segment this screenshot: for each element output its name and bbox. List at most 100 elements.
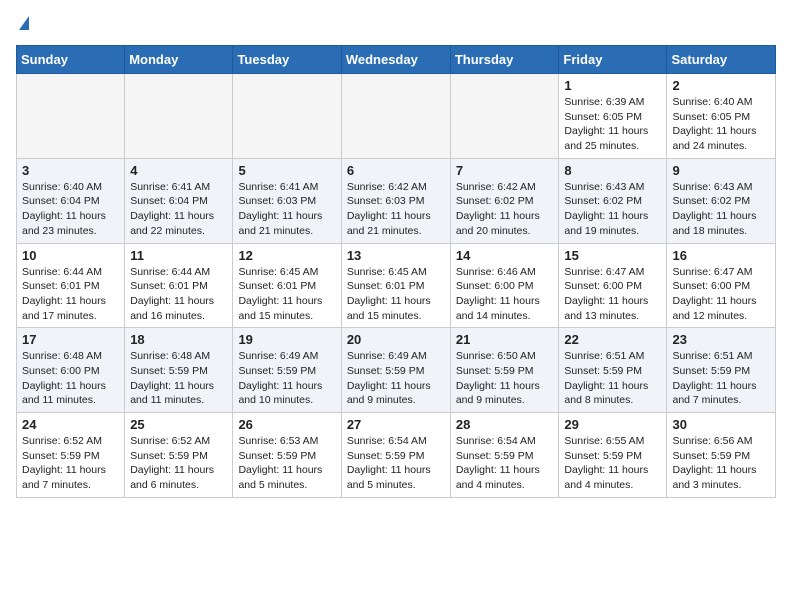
day-number: 11 [130,248,227,263]
calendar-cell: 1Sunrise: 6:39 AM Sunset: 6:05 PM Daylig… [559,74,667,159]
day-info: Sunrise: 6:42 AM Sunset: 6:03 PM Dayligh… [347,180,445,239]
calendar-cell: 2 Sunrise: 6:40 AM Sunset: 6:05 PM Daylig… [667,74,776,159]
page: SundayMondayTuesdayWednesdayThursdayFrid… [0,0,792,514]
calendar-body: 1Sunrise: 6:39 AM Sunset: 6:05 PM Daylig… [17,74,776,498]
calendar-cell: 28Sunrise: 6:54 AM Sunset: 5:59 PM Dayli… [450,413,559,498]
calendar-cell [450,74,559,159]
weekday-header-saturday: Saturday [667,46,776,74]
calendar-cell: 3Sunrise: 6:40 AM Sunset: 6:04 PM Daylig… [17,158,125,243]
day-info: Sunrise: 6:40 AM Sunset: 6:04 PM Dayligh… [22,180,119,239]
day-number: 6 [347,163,445,178]
calendar-cell: 30Sunrise: 6:56 AM Sunset: 5:59 PM Dayli… [667,413,776,498]
day-info: Sunrise: 6:47 AM Sunset: 6:00 PM Dayligh… [564,265,661,324]
calendar-cell [17,74,125,159]
day-number: 20 [347,332,445,347]
day-number: 7 [456,163,554,178]
day-info: Sunrise: 6:42 AM Sunset: 6:02 PM Dayligh… [456,180,554,239]
day-info: Sunrise: 6:53 AM Sunset: 5:59 PM Dayligh… [238,434,335,493]
day-info: Sunrise: 6:45 AM Sunset: 6:01 PM Dayligh… [238,265,335,324]
calendar-cell: 24 Sunrise: 6:52 AM Sunset: 5:59 PM Dayli… [17,413,125,498]
calendar-cell: 14 Sunrise: 6:46 AM Sunset: 6:00 PM Dayli… [450,243,559,328]
day-info: Sunrise: 6:52 AM Sunset: 5:59 PM Dayligh… [22,434,119,493]
weekday-header-row: SundayMondayTuesdayWednesdayThursdayFrid… [17,46,776,74]
day-info: Sunrise: 6:52 AM Sunset: 5:59 PM Dayligh… [130,434,227,493]
day-info: Sunrise: 6:41 AM Sunset: 6:03 PM Dayligh… [238,180,335,239]
day-number: 28 [456,417,554,432]
day-number: 16 [672,248,770,263]
calendar-cell: 19 Sunrise: 6:49 AM Sunset: 5:59 PM Dayli… [233,328,341,413]
calendar-cell: 29 Sunrise: 6:55 AM Sunset: 5:59 PM Dayli… [559,413,667,498]
calendar-week-3: 10 Sunrise: 6:44 AM Sunset: 6:01 PM Dayli… [17,243,776,328]
day-number: 23 [672,332,770,347]
day-info: Sunrise: 6:45 AM Sunset: 6:01 PM Dayligh… [347,265,445,324]
calendar-week-5: 24 Sunrise: 6:52 AM Sunset: 5:59 PM Dayli… [17,413,776,498]
day-number: 30 [672,417,770,432]
weekday-header-tuesday: Tuesday [233,46,341,74]
weekday-header-friday: Friday [559,46,667,74]
weekday-header-sunday: Sunday [17,46,125,74]
calendar-cell: 20 Sunrise: 6:49 AM Sunset: 5:59 PM Dayli… [341,328,450,413]
calendar-cell: 21 Sunrise: 6:50 AM Sunset: 5:59 PM Dayli… [450,328,559,413]
calendar-cell: 8Sunrise: 6:43 AM Sunset: 6:02 PM Daylig… [559,158,667,243]
day-info: Sunrise: 6:40 AM Sunset: 6:05 PM Dayligh… [672,95,770,154]
calendar-table: SundayMondayTuesdayWednesdayThursdayFrid… [16,45,776,498]
day-number: 22 [564,332,661,347]
day-number: 2 [672,78,770,93]
calendar-cell: 5 Sunrise: 6:41 AM Sunset: 6:03 PM Daylig… [233,158,341,243]
day-info: Sunrise: 6:48 AM Sunset: 5:59 PM Dayligh… [130,349,227,408]
calendar-week-4: 17 Sunrise: 6:48 AM Sunset: 6:00 PM Dayli… [17,328,776,413]
calendar-cell: 26Sunrise: 6:53 AM Sunset: 5:59 PM Dayli… [233,413,341,498]
day-number: 19 [238,332,335,347]
day-info: Sunrise: 6:51 AM Sunset: 5:59 PM Dayligh… [672,349,770,408]
weekday-header-wednesday: Wednesday [341,46,450,74]
weekday-header-thursday: Thursday [450,46,559,74]
header [16,16,776,33]
day-info: Sunrise: 6:46 AM Sunset: 6:00 PM Dayligh… [456,265,554,324]
calendar-cell: 13 Sunrise: 6:45 AM Sunset: 6:01 PM Dayli… [341,243,450,328]
day-info: Sunrise: 6:41 AM Sunset: 6:04 PM Dayligh… [130,180,227,239]
calendar-cell: 22 Sunrise: 6:51 AM Sunset: 5:59 PM Dayli… [559,328,667,413]
day-number: 8 [564,163,661,178]
day-info: Sunrise: 6:55 AM Sunset: 5:59 PM Dayligh… [564,434,661,493]
day-info: Sunrise: 6:49 AM Sunset: 5:59 PM Dayligh… [347,349,445,408]
day-number: 21 [456,332,554,347]
calendar-cell: 7 Sunrise: 6:42 AM Sunset: 6:02 PM Daylig… [450,158,559,243]
day-info: Sunrise: 6:43 AM Sunset: 6:02 PM Dayligh… [672,180,770,239]
day-info: Sunrise: 6:54 AM Sunset: 5:59 PM Dayligh… [347,434,445,493]
day-info: Sunrise: 6:48 AM Sunset: 6:00 PM Dayligh… [22,349,119,408]
day-number: 24 [22,417,119,432]
day-info: Sunrise: 6:39 AM Sunset: 6:05 PM Dayligh… [564,95,661,154]
day-number: 13 [347,248,445,263]
day-number: 10 [22,248,119,263]
day-number: 9 [672,163,770,178]
calendar-cell: 23 Sunrise: 6:51 AM Sunset: 5:59 PM Dayli… [667,328,776,413]
calendar-header: SundayMondayTuesdayWednesdayThursdayFrid… [17,46,776,74]
calendar-cell: 27Sunrise: 6:54 AM Sunset: 5:59 PM Dayli… [341,413,450,498]
weekday-header-monday: Monday [125,46,233,74]
day-number: 17 [22,332,119,347]
calendar-cell [233,74,341,159]
calendar-cell: 10 Sunrise: 6:44 AM Sunset: 6:01 PM Dayli… [17,243,125,328]
calendar-cell [341,74,450,159]
calendar-week-1: 1Sunrise: 6:39 AM Sunset: 6:05 PM Daylig… [17,74,776,159]
calendar-week-2: 3Sunrise: 6:40 AM Sunset: 6:04 PM Daylig… [17,158,776,243]
calendar-cell: 16Sunrise: 6:47 AM Sunset: 6:00 PM Dayli… [667,243,776,328]
day-number: 14 [456,248,554,263]
calendar-cell: 4Sunrise: 6:41 AM Sunset: 6:04 PM Daylig… [125,158,233,243]
calendar-cell: 25Sunrise: 6:52 AM Sunset: 5:59 PM Dayli… [125,413,233,498]
day-info: Sunrise: 6:49 AM Sunset: 5:59 PM Dayligh… [238,349,335,408]
calendar-cell [125,74,233,159]
calendar-cell: 18 Sunrise: 6:48 AM Sunset: 5:59 PM Dayli… [125,328,233,413]
calendar-cell: 11 Sunrise: 6:44 AM Sunset: 6:01 PM Dayli… [125,243,233,328]
day-number: 15 [564,248,661,263]
day-number: 5 [238,163,335,178]
day-number: 29 [564,417,661,432]
calendar-cell: 12Sunrise: 6:45 AM Sunset: 6:01 PM Dayli… [233,243,341,328]
day-number: 18 [130,332,227,347]
calendar-cell: 17 Sunrise: 6:48 AM Sunset: 6:00 PM Dayli… [17,328,125,413]
day-info: Sunrise: 6:50 AM Sunset: 5:59 PM Dayligh… [456,349,554,408]
day-info: Sunrise: 6:44 AM Sunset: 6:01 PM Dayligh… [130,265,227,324]
calendar-cell: 15 Sunrise: 6:47 AM Sunset: 6:00 PM Dayli… [559,243,667,328]
day-info: Sunrise: 6:44 AM Sunset: 6:01 PM Dayligh… [22,265,119,324]
day-info: Sunrise: 6:51 AM Sunset: 5:59 PM Dayligh… [564,349,661,408]
